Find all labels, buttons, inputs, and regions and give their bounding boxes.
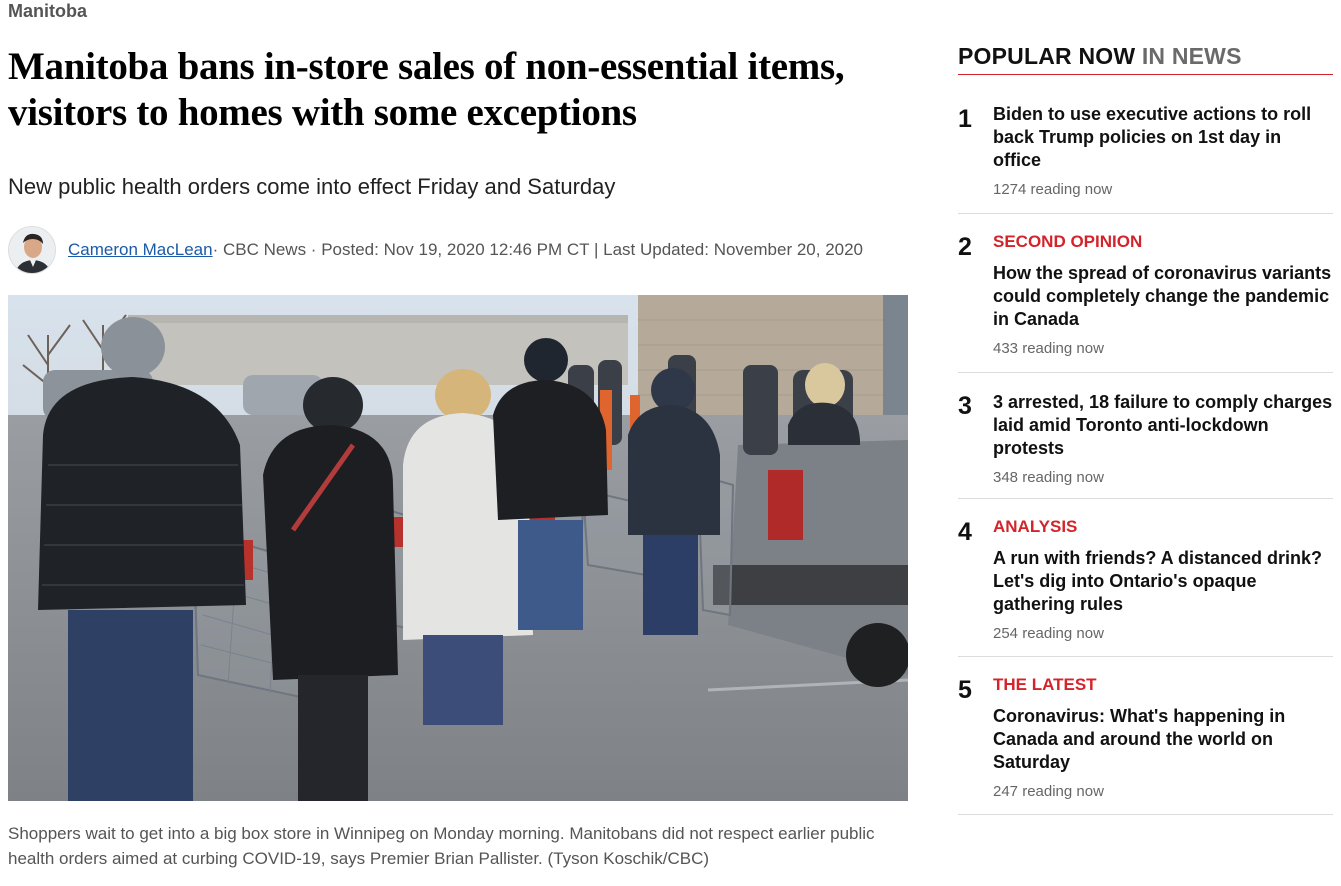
popular-item[interactable]: 5 THE LATEST Coronavirus: What's happeni… — [958, 657, 1333, 815]
popular-count: 254 reading now — [993, 625, 1104, 642]
popular-count: 348 reading now — [993, 469, 1104, 486]
article-deck: New public health orders come into effec… — [8, 174, 616, 199]
popular-item[interactable]: 1 Biden to use executive actions to roll… — [958, 75, 1333, 214]
popular-count: 1274 reading now — [993, 181, 1113, 198]
author-link[interactable]: Cameron MacLean — [68, 240, 213, 260]
popular-headline[interactable]: How the spread of coronavirus variants c… — [993, 262, 1333, 331]
popular-item[interactable]: 4 ANALYSIS A run with friends? A distanc… — [958, 499, 1333, 657]
popular-rank: 3 — [958, 392, 972, 420]
popular-label: ANALYSIS — [993, 517, 1078, 536]
sidebar-title: POPULAR NOW IN NEWS — [958, 43, 1333, 75]
popular-rank: 5 — [958, 676, 972, 704]
popular-rank: 4 — [958, 518, 972, 546]
lead-photo — [8, 295, 908, 801]
popular-rank: 2 — [958, 233, 972, 261]
sidebar-title-main: POPULAR NOW — [958, 43, 1136, 69]
article-headline: Manitoba bans in-store sales of non-esse… — [8, 45, 845, 134]
popular-list: 1 Biden to use executive actions to roll… — [958, 75, 1333, 815]
popular-count: 433 reading now — [993, 340, 1104, 357]
byline: Cameron MacLean · CBC News · Posted: Nov… — [8, 226, 863, 274]
byline-meta: · CBC News · Posted: Nov 19, 2020 12:46 … — [212, 240, 864, 259]
popular-label: SECOND OPINION — [993, 232, 1143, 251]
popular-headline[interactable]: A run with friends? A distanced drink? L… — [993, 547, 1333, 616]
popular-headline[interactable]: Biden to use executive actions to roll b… — [993, 103, 1333, 172]
photo-caption: Shoppers wait to get into a big box stor… — [8, 824, 875, 868]
popular-now-sidebar: POPULAR NOW IN NEWS 1 Biden to use execu… — [958, 43, 1333, 815]
popular-item[interactable]: 3 3 arrested, 18 failure to comply charg… — [958, 373, 1333, 499]
popular-headline[interactable]: 3 arrested, 18 failure to comply charges… — [993, 391, 1333, 460]
popular-count: 247 reading now — [993, 783, 1104, 800]
popular-label: THE LATEST — [993, 675, 1097, 694]
author-avatar[interactable] — [8, 226, 56, 274]
popular-headline[interactable]: Coronavirus: What's happening in Canada … — [993, 705, 1333, 774]
popular-rank: 1 — [958, 105, 972, 133]
sidebar-title-accent: IN NEWS — [1135, 43, 1242, 69]
popular-item[interactable]: 2 SECOND OPINION How the spread of coron… — [958, 214, 1333, 373]
section-link[interactable]: Manitoba — [8, 1, 87, 22]
